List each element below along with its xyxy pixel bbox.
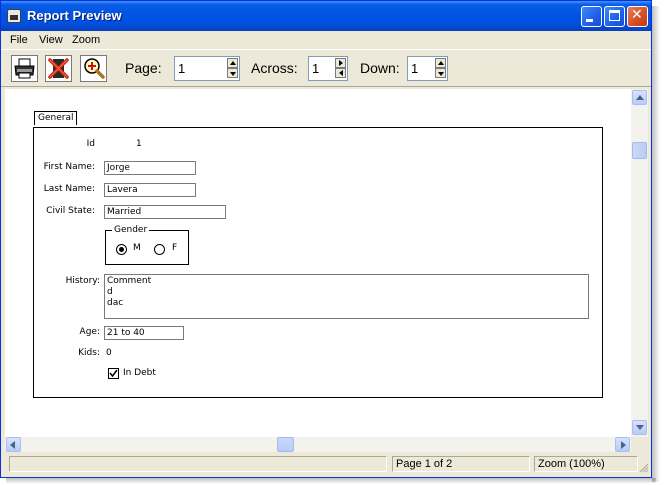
first-name-label: First Name: <box>43 162 95 172</box>
page-down-arrow-icon[interactable] <box>227 68 238 78</box>
close-preview-icon <box>48 58 69 79</box>
printer-icon <box>14 58 35 79</box>
history-line: Comment <box>107 276 152 286</box>
minimize-button[interactable] <box>581 6 602 27</box>
menu-file[interactable]: File <box>10 34 28 46</box>
gender-title: Gender <box>112 225 150 235</box>
status-pane-main <box>9 456 387 472</box>
window-shadow-right <box>652 6 660 482</box>
gender-group: Gender M F <box>105 225 189 265</box>
across-label: Across: <box>251 60 298 76</box>
age-field: 21 to 40 <box>104 326 184 340</box>
kids-value: 0 <box>106 348 112 358</box>
window-title: Report Preview <box>27 8 122 23</box>
gender-m-radio <box>116 244 127 255</box>
maximize-button[interactable] <box>604 6 625 27</box>
history-field: Comment d dac <box>104 274 589 319</box>
menu-view[interactable]: View <box>39 34 63 46</box>
down-spinner-value: 1 <box>411 61 419 76</box>
last-name-field: Lavera <box>104 183 196 197</box>
app-icon <box>7 9 21 23</box>
check-icon <box>109 369 118 378</box>
scroll-left-icon[interactable] <box>6 437 21 452</box>
first-name-field: Jorge <box>104 161 196 175</box>
scroll-up-icon[interactable] <box>632 90 647 105</box>
scroll-down-icon[interactable] <box>632 420 647 435</box>
status-zoom-info: Zoom (100%) <box>534 456 638 472</box>
age-label: Age: <box>79 327 100 337</box>
horizontal-scroll-thumb[interactable] <box>277 437 294 452</box>
page-spinner-buttons[interactable] <box>227 58 238 79</box>
down-label: Down: <box>360 60 400 76</box>
title-bar[interactable]: Report Preview <box>1 1 651 31</box>
tab-general: General <box>34 111 78 125</box>
civil-state-field: Married <box>104 205 226 219</box>
scroll-corner <box>631 437 648 452</box>
gender-f-radio <box>154 244 165 255</box>
history-line: dac <box>107 298 124 308</box>
down-down-arrow-icon[interactable] <box>435 68 446 78</box>
down-spinner[interactable]: 1 <box>407 56 448 81</box>
in-debt-label: In Debt <box>123 368 156 378</box>
vertical-scroll-thumb[interactable] <box>632 142 647 159</box>
close-preview-button[interactable] <box>45 55 72 82</box>
across-right-arrow-icon[interactable] <box>335 58 346 68</box>
window-shadow-bottom <box>6 478 656 484</box>
down-up-arrow-icon[interactable] <box>435 58 446 68</box>
zoom-button[interactable] <box>80 55 107 82</box>
id-label: Id <box>86 139 95 149</box>
page-spinner-value: 1 <box>178 61 186 76</box>
page-up-arrow-icon[interactable] <box>227 58 238 68</box>
resize-grip-icon[interactable] <box>639 463 649 473</box>
vertical-scrollbar[interactable] <box>631 89 648 437</box>
menu-bar: File View Zoom <box>1 31 651 49</box>
page-label: Page: <box>125 60 162 76</box>
across-left-arrow-icon[interactable] <box>335 68 346 78</box>
zoom-in-icon <box>84 58 105 79</box>
report-preview-window: Report Preview File View Zoom <box>0 0 652 478</box>
page-spinner[interactable]: 1 <box>174 56 240 81</box>
down-spinner-buttons[interactable] <box>435 58 446 79</box>
civil-state-label: Civil State: <box>46 206 95 216</box>
history-label: History: <box>65 276 100 286</box>
toolbar: Page: 1 Across: 1 Down: 1 <box>1 49 651 87</box>
status-page-info: Page 1 of 2 <box>392 456 530 472</box>
across-spinner[interactable]: 1 <box>308 56 348 81</box>
status-bar: Page 1 of 2 Zoom (100%) <box>1 453 651 477</box>
menu-zoom[interactable]: Zoom <box>72 34 100 46</box>
last-name-label: Last Name: <box>43 184 95 194</box>
across-spinner-buttons[interactable] <box>335 58 346 79</box>
close-window-button[interactable] <box>627 6 648 27</box>
gender-m-label: M <box>133 243 141 253</box>
print-button[interactable] <box>11 55 38 82</box>
gender-f-label: F <box>172 243 178 253</box>
history-line: d <box>107 287 113 297</box>
scroll-right-icon[interactable] <box>615 437 630 452</box>
across-spinner-value: 1 <box>312 61 320 76</box>
preview-canvas: General Id 1 First Name: Jorge Last Name… <box>5 89 631 437</box>
id-value: 1 <box>136 139 142 149</box>
kids-label: Kids: <box>78 348 100 358</box>
horizontal-scrollbar[interactable] <box>5 437 631 452</box>
in-debt-checkbox <box>108 368 119 379</box>
